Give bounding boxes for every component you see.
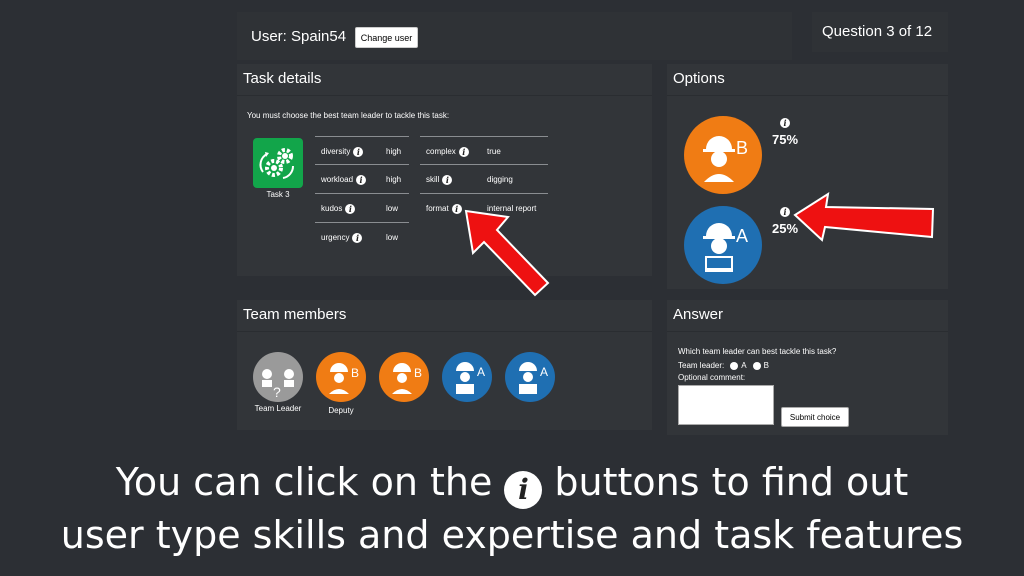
caption-line-1-post: buttons to find out xyxy=(554,460,909,504)
deputy-label: Deputy xyxy=(328,406,354,415)
worker-icon: A xyxy=(456,362,485,394)
info-icon[interactable]: i xyxy=(780,118,790,128)
team-leader-radio-group: Team leader: A B xyxy=(678,361,769,370)
radio-a-label: A xyxy=(741,361,747,370)
option-b-avatar[interactable]: B xyxy=(684,116,762,194)
options-panel: Options B i 75% A i 25% xyxy=(667,64,948,289)
team-leader-label: Team Leader xyxy=(254,404,302,413)
info-icon[interactable]: i xyxy=(345,204,356,214)
feature-value: high xyxy=(386,147,402,156)
info-icon[interactable]: i xyxy=(780,207,790,217)
info-icon: i xyxy=(504,471,543,509)
feature-name: urgency xyxy=(321,233,350,243)
change-user-button[interactable]: Change user xyxy=(355,27,418,48)
team-members-panel: Team members ? Team Leader B Deputy B A … xyxy=(237,300,652,430)
info-icon[interactable]: i xyxy=(458,147,469,157)
team-leader-label: Team leader: xyxy=(678,361,725,370)
option-letter: A xyxy=(736,226,748,246)
feature-row-complex: complex i true xyxy=(420,136,548,164)
info-icon[interactable]: i xyxy=(352,233,363,243)
arrow-to-format-info-icon xyxy=(464,209,550,297)
submit-choice-button[interactable]: Submit choice xyxy=(781,407,849,427)
feature-row-skill: skill i digging xyxy=(420,164,548,192)
info-icon[interactable]: i xyxy=(356,175,367,185)
feature-value: digging xyxy=(487,175,513,184)
worker-icon: B xyxy=(329,363,359,394)
task-name: Task 3 xyxy=(266,190,290,199)
feature-name: diversity xyxy=(321,147,351,157)
info-icon[interactable]: i xyxy=(442,175,453,185)
team-leader-avatar[interactable]: ? xyxy=(253,352,303,402)
feature-value: low xyxy=(386,204,399,213)
radio-b[interactable] xyxy=(752,361,761,370)
arrow-to-option-info-icon xyxy=(793,191,935,242)
feature-row-urgency: urgency i low xyxy=(315,222,409,250)
feature-value: low xyxy=(386,233,399,242)
task-instruction: You must choose the best team leader to … xyxy=(247,111,450,120)
info-icon[interactable]: i xyxy=(353,147,364,157)
caption-line-1-pre: You can click on the xyxy=(115,460,493,504)
caption-line-1: You can click on the i buttons to find out xyxy=(0,456,1024,509)
task-details-panel: Task details You must choose the best te… xyxy=(237,64,652,276)
options-title: Options xyxy=(667,64,948,96)
feature-row-kudos: kudos i low xyxy=(315,193,409,221)
worker-icon: B xyxy=(392,363,422,394)
task-details-title: Task details xyxy=(237,64,652,96)
caption-line-2: user type skills and expertise and task … xyxy=(60,513,964,557)
answer-panel: Answer Which team leader can best tackle… xyxy=(667,300,948,435)
member-letter: A xyxy=(477,365,485,379)
feature-row-workload: workload i high xyxy=(315,164,409,192)
member-letter: A xyxy=(540,365,548,379)
feature-name: format xyxy=(426,204,449,214)
feature-value: high xyxy=(386,175,402,184)
user-label: User: Spain54 xyxy=(251,28,347,45)
member-letter: B xyxy=(351,366,359,380)
comment-textarea[interactable] xyxy=(678,385,774,425)
radio-b-label: B xyxy=(763,361,769,370)
caption: You can click on the i buttons to find out… xyxy=(0,456,1024,561)
answer-question: Which team leader can best tackle this t… xyxy=(678,347,837,356)
radio-a[interactable] xyxy=(730,361,739,370)
team-members-title: Team members xyxy=(237,300,652,332)
question-counter: Question 3 of 12 xyxy=(822,23,933,40)
team-member-avatar[interactable]: B xyxy=(379,352,429,402)
feature-name: kudos xyxy=(321,204,343,214)
member-letter: ? xyxy=(273,384,281,400)
option-b-percent: 75% xyxy=(772,132,799,147)
answer-title: Answer xyxy=(667,300,948,332)
option-letter: B xyxy=(736,138,748,158)
feature-value: true xyxy=(487,147,501,156)
team-member-avatar[interactable]: A xyxy=(442,352,492,402)
worker-icon: A xyxy=(703,223,748,272)
feature-name: skill xyxy=(426,175,440,185)
worker-icon: A xyxy=(519,362,548,394)
feature-name: complex xyxy=(426,147,456,157)
deputy-avatar[interactable]: B xyxy=(316,352,366,402)
user-panel: User: Spain54 Change user xyxy=(237,12,792,60)
question-panel: Question 3 of 12 xyxy=(812,12,948,52)
gears-icon xyxy=(253,138,303,188)
member-letter: B xyxy=(414,366,422,380)
comment-label: Optional comment: xyxy=(678,373,746,382)
feature-row-diversity: diversity i high xyxy=(315,136,409,164)
feature-name: workload xyxy=(321,175,354,185)
team-member-avatar[interactable]: A xyxy=(505,352,555,402)
option-a-avatar[interactable]: A xyxy=(684,206,762,284)
worker-icon: B xyxy=(703,136,748,182)
